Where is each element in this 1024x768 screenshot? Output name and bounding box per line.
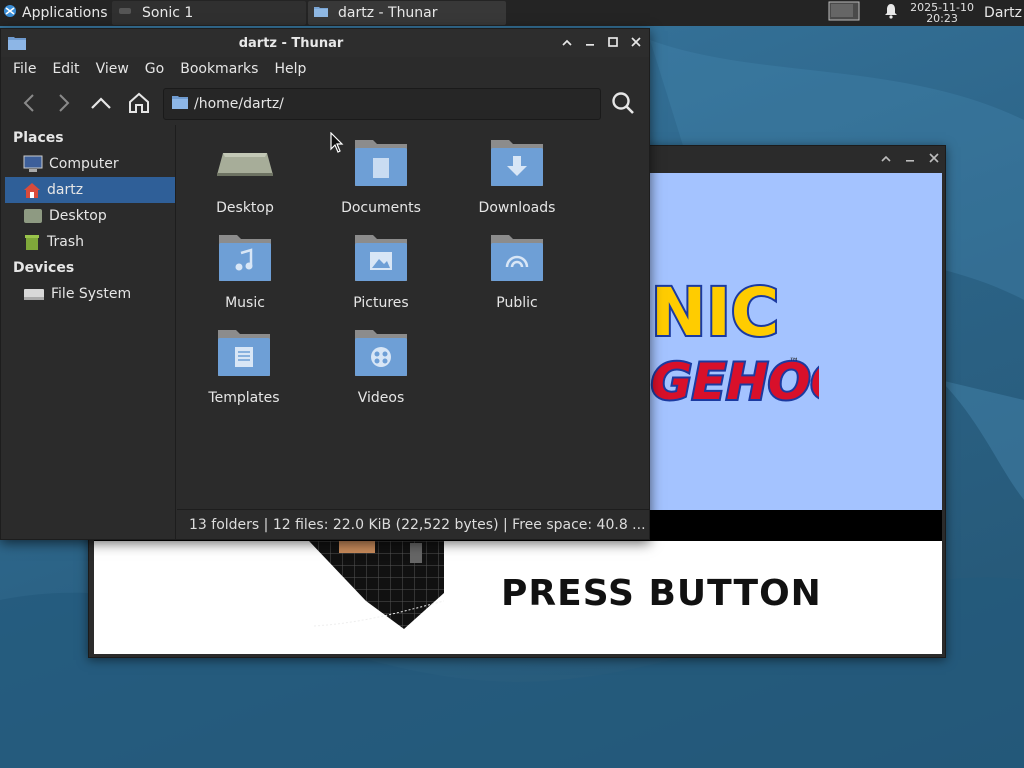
task-button-thunar[interactable]: dartz - Thunar	[308, 1, 506, 25]
documents-folder-icon	[349, 133, 413, 193]
chevron-up-icon[interactable]	[879, 151, 893, 165]
places-heading: Places	[13, 130, 64, 146]
desktop-icon	[24, 209, 42, 223]
chevron-up-icon	[91, 97, 111, 109]
chevron-right-icon	[59, 94, 70, 112]
status-bar: 13 folders | 12 files: 22.0 KiB (22,522 …	[177, 509, 649, 539]
window-title: dartz - Thunar	[238, 36, 344, 51]
applications-menu-button[interactable]: Applications ≡	[0, 0, 123, 26]
game-icon	[118, 4, 132, 22]
parent-folder-button[interactable]	[87, 89, 115, 117]
menu-bar: File Edit View Go Bookmarks Help	[1, 57, 314, 81]
top-panel: Applications ≡ Sonic 1 dartz - Thunar 20…	[0, 0, 1024, 26]
file-item-label: Videos	[357, 390, 405, 406]
notification-bell-icon[interactable]	[884, 3, 898, 23]
chevron-up-icon[interactable]	[560, 35, 574, 49]
sidebar-item-label: Desktop	[49, 208, 107, 224]
minimize-icon[interactable]	[903, 151, 917, 165]
close-icon[interactable]	[927, 151, 941, 165]
drive-icon	[24, 289, 44, 300]
task-button-sonic[interactable]: Sonic 1	[112, 1, 306, 25]
sidebar-item-dartz[interactable]: dartz	[5, 177, 175, 203]
file-item-templates[interactable]: Templates	[179, 323, 309, 413]
menu-help[interactable]: Help	[266, 57, 314, 81]
devices-heading: Devices	[13, 260, 75, 276]
clock[interactable]: 2025-11-10 20:23	[906, 2, 978, 24]
music-folder-icon	[213, 228, 277, 288]
sidebar-item-computer[interactable]: Computer	[1, 151, 175, 177]
file-item-public[interactable]: Public	[452, 228, 582, 318]
file-view[interactable]: Desktop Documents Downloads Music Pictur…	[177, 125, 649, 508]
location-bar[interactable]: /home/dartz/	[163, 88, 601, 120]
toolbar: /home/dartz/	[1, 83, 649, 123]
chevron-left-icon	[23, 94, 34, 112]
checkered-box-graphic	[309, 541, 445, 629]
back-button[interactable]	[15, 89, 43, 117]
forward-button[interactable]	[50, 89, 78, 117]
sidebar-item-label: Computer	[49, 156, 119, 172]
workspace-switcher-icon[interactable]	[828, 0, 862, 26]
desktop-folder-icon	[213, 133, 277, 193]
menu-bookmarks[interactable]: Bookmarks	[172, 57, 266, 81]
sidebar-item-label: Trash	[47, 234, 84, 250]
menu-view[interactable]: View	[88, 57, 137, 81]
computer-icon	[23, 155, 43, 172]
menu-edit[interactable]: Edit	[44, 57, 87, 81]
file-item-label: Downloads	[478, 200, 556, 216]
logo-line1: NIC	[651, 274, 779, 351]
pictures-folder-icon	[349, 228, 413, 288]
thunar-window[interactable]: dartz - Thunar File Edit View Go Bookmar…	[0, 28, 650, 540]
search-button[interactable]	[609, 89, 637, 117]
file-item-label: Music	[225, 295, 265, 311]
applications-label: Applications	[22, 5, 108, 21]
file-item-music[interactable]: Music	[180, 228, 310, 318]
trash-icon	[25, 235, 39, 250]
search-icon	[612, 92, 634, 114]
trademark-mark: ™	[789, 357, 799, 368]
home-icon	[129, 92, 149, 113]
file-item-desktop[interactable]: Desktop	[180, 133, 310, 223]
home-icon	[24, 183, 40, 198]
file-item-label: Documents	[341, 200, 421, 216]
xfce-logo-icon	[3, 4, 17, 22]
task-label: Sonic 1	[142, 5, 194, 21]
file-item-label: Pictures	[353, 295, 409, 311]
file-item-pictures[interactable]: Pictures	[316, 228, 446, 318]
maximize-icon[interactable]	[606, 35, 620, 49]
file-item-label: Public	[496, 295, 538, 311]
minimize-icon[interactable]	[583, 35, 597, 49]
close-icon[interactable]	[629, 35, 643, 49]
location-path: /home/dartz/	[194, 96, 284, 112]
press-button-text: PRESS BUTTON	[501, 573, 822, 614]
folder-icon	[314, 5, 328, 21]
menu-go[interactable]: Go	[137, 57, 172, 81]
public-folder-icon	[485, 228, 549, 288]
file-item-downloads[interactable]: Downloads	[452, 133, 582, 223]
file-item-videos[interactable]: Videos	[316, 323, 446, 413]
sidebar-item-file-system[interactable]: File System	[1, 281, 175, 307]
sidebar-item-label: File System	[51, 286, 132, 302]
sidebar-item-desktop[interactable]: Desktop	[1, 203, 175, 229]
system-tray: 2025-11-10 20:23 Dartz	[828, 0, 1024, 26]
downloads-folder-icon	[485, 133, 549, 193]
sidebar-item-trash[interactable]: Trash	[1, 229, 175, 255]
sonic-logo: NIC GEHOG ™	[649, 273, 819, 413]
user-menu[interactable]: Dartz	[978, 5, 1024, 21]
home-button[interactable]	[125, 89, 153, 117]
mouse-cursor-icon	[330, 132, 344, 153]
clock-time: 20:23	[926, 12, 958, 25]
sidebar-item-label: dartz	[47, 182, 84, 198]
window-controls	[560, 35, 643, 49]
thunar-titlebar[interactable]: dartz - Thunar	[1, 29, 649, 57]
templates-folder-icon	[212, 323, 276, 383]
file-item-label: Desktop	[216, 200, 274, 216]
sonic-window-controls	[879, 151, 941, 165]
menu-file[interactable]: File	[5, 57, 44, 81]
task-label: dartz - Thunar	[338, 5, 438, 21]
videos-folder-icon	[349, 323, 413, 383]
sidebar: Places Computer dartz Desktop Trash Devi…	[1, 125, 176, 539]
file-item-label: Templates	[208, 390, 280, 406]
folder-icon	[172, 95, 188, 113]
